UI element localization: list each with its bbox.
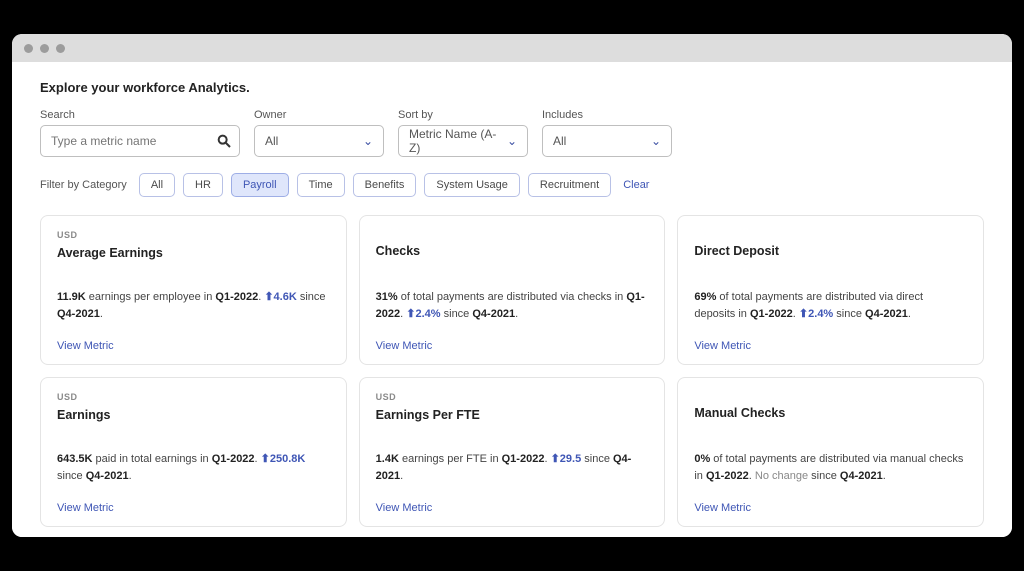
filter-chip-time[interactable]: Time xyxy=(297,173,345,197)
filter-chip-all[interactable]: All xyxy=(139,173,175,197)
metric-card: USD Earnings Per FTE 1.4K earnings per FTE… xyxy=(359,377,666,527)
page-content: Explore your workforce Analytics. Search… xyxy=(12,62,1012,537)
includes-control: Includes All ⌄ xyxy=(542,109,672,157)
search-input[interactable] xyxy=(40,125,240,157)
metric-card: Direct Deposit 69% of total payments are … xyxy=(677,215,984,365)
currency-badge: USD xyxy=(57,392,330,402)
trend-indicator: ⬆29.5 xyxy=(551,453,582,465)
chevron-down-icon: ⌄ xyxy=(651,134,661,148)
filter-chip-hr[interactable]: HR xyxy=(183,173,223,197)
filter-row: Filter by Category All HR Payroll Time Benef… xyxy=(40,173,984,197)
metric-description: 0% of total payments are distributed via… xyxy=(694,451,967,484)
window-dot xyxy=(40,44,49,53)
view-metric-link[interactable]: View Metric xyxy=(57,340,330,352)
metric-title: Checks xyxy=(376,244,649,258)
view-metric-link[interactable]: View Metric xyxy=(376,502,649,514)
owner-select[interactable]: All ⌄ xyxy=(254,125,384,157)
currency-badge: USD xyxy=(376,392,649,402)
search-label: Search xyxy=(40,109,240,121)
arrow-up-icon: ⬆ xyxy=(406,308,415,320)
sort-label: Sort by xyxy=(398,109,528,121)
filter-label: Filter by Category xyxy=(40,179,127,191)
chevron-down-icon: ⌄ xyxy=(507,134,517,148)
filter-chip-payroll[interactable]: Payroll xyxy=(231,173,289,197)
metric-title: Average Earnings xyxy=(57,246,330,260)
window-dot xyxy=(56,44,65,53)
window-dot xyxy=(24,44,33,53)
controls-row: Search Owner All ⌄ Sort by Metric N xyxy=(40,109,984,157)
includes-value: All xyxy=(553,134,566,148)
metric-card: Checks 31% of total payments are distribu… xyxy=(359,215,666,365)
metric-title: Earnings Per FTE xyxy=(376,408,649,422)
metric-description: 11.9K earnings per employee in Q1-2022. … xyxy=(57,289,330,322)
page-title: Explore your workforce Analytics. xyxy=(40,80,984,95)
sort-value: Metric Name (A-Z) xyxy=(409,127,507,155)
metric-title: Direct Deposit xyxy=(694,244,967,258)
filter-chip-system-usage[interactable]: System Usage xyxy=(424,173,520,197)
arrow-up-icon: ⬆ xyxy=(799,308,808,320)
trend-indicator: ⬆250.8K xyxy=(261,453,306,465)
cards-grid: USD Average Earnings 11.9K earnings per em… xyxy=(40,215,984,527)
sort-control: Sort by Metric Name (A-Z) ⌄ xyxy=(398,109,528,157)
arrow-up-icon: ⬆ xyxy=(261,453,270,465)
metric-card: Manual Checks 0% of total payments are di… xyxy=(677,377,984,527)
trend-no-change: No change xyxy=(755,470,808,482)
view-metric-link[interactable]: View Metric xyxy=(694,502,967,514)
metric-description: 31% of total payments are distributed vi… xyxy=(376,289,649,322)
view-metric-link[interactable]: View Metric xyxy=(376,340,649,352)
metric-description: 69% of total payments are distributed vi… xyxy=(694,289,967,322)
trend-indicator: ⬆2.4% xyxy=(799,308,833,320)
trend-indicator: ⬆4.6K xyxy=(264,291,296,303)
search-box xyxy=(40,125,240,157)
window-titlebar xyxy=(12,34,1012,62)
view-metric-link[interactable]: View Metric xyxy=(57,502,330,514)
chevron-down-icon: ⌄ xyxy=(363,134,373,148)
includes-label: Includes xyxy=(542,109,672,121)
metric-card: USD Average Earnings 11.9K earnings per em… xyxy=(40,215,347,365)
metric-title: Manual Checks xyxy=(694,406,967,420)
metric-title: Earnings xyxy=(57,408,330,422)
search-icon[interactable] xyxy=(216,133,232,149)
currency-badge: USD xyxy=(57,230,330,240)
owner-control: Owner All ⌄ xyxy=(254,109,384,157)
owner-label: Owner xyxy=(254,109,384,121)
view-metric-link[interactable]: View Metric xyxy=(694,340,967,352)
owner-value: All xyxy=(265,134,278,148)
filter-chip-benefits[interactable]: Benefits xyxy=(353,173,417,197)
metric-description: 1.4K earnings per FTE in Q1-2022. ⬆29.5 … xyxy=(376,451,649,484)
metric-description: 643.5K paid in total earnings in Q1-2022… xyxy=(57,451,330,484)
arrow-up-icon: ⬆ xyxy=(551,453,560,465)
arrow-up-icon: ⬆ xyxy=(264,291,273,303)
app-window: Explore your workforce Analytics. Search… xyxy=(12,34,1012,537)
metric-card: USD Earnings 643.5K paid in total earnings… xyxy=(40,377,347,527)
clear-filters-link[interactable]: Clear xyxy=(623,179,649,191)
search-control: Search xyxy=(40,109,240,157)
trend-indicator: ⬆2.4% xyxy=(406,308,440,320)
sort-select[interactable]: Metric Name (A-Z) ⌄ xyxy=(398,125,528,157)
includes-select[interactable]: All ⌄ xyxy=(542,125,672,157)
filter-chip-recruitment[interactable]: Recruitment xyxy=(528,173,611,197)
